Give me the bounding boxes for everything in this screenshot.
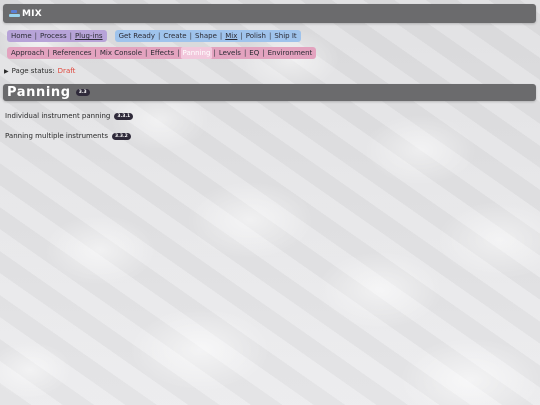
nav-shape[interactable]: Shape xyxy=(193,30,219,42)
section-number-badge: 3.3 xyxy=(75,89,90,96)
nav-row-mix: Approach | References | Mix Console | Ef… xyxy=(7,47,317,59)
page-status[interactable]: ▶ Page status: Draft xyxy=(4,67,75,75)
nav-process[interactable]: Process xyxy=(38,30,69,42)
nav-ship-it[interactable]: Ship It xyxy=(272,30,298,42)
nav-get-ready[interactable]: Get Ready xyxy=(117,30,157,42)
section-title: Panning xyxy=(7,85,71,100)
nav-polish[interactable]: Polish xyxy=(244,30,268,42)
nav-environment[interactable]: Environment xyxy=(266,47,315,59)
topic-link-multiple-panning[interactable]: Panning multiple instruments 3.3.2 xyxy=(5,132,131,140)
status-value: Draft xyxy=(57,67,76,75)
nav-group-stages: Get Ready | Create | Shape | Mix | Polis… xyxy=(114,30,301,42)
nav-row-main: Home | Process | Plug-ins Get Ready | Cr… xyxy=(7,30,301,42)
topic-number-badge: 3.3.2 xyxy=(111,132,131,140)
nav-eq[interactable]: EQ xyxy=(247,47,261,59)
nav-mix-console[interactable]: Mix Console xyxy=(98,47,144,59)
site-title[interactable]: MIX xyxy=(22,9,42,19)
status-label: Page status: xyxy=(11,67,55,75)
nav-effects[interactable]: Effects xyxy=(148,47,176,59)
topic-link-individual-panning[interactable]: Individual instrument panning 3.3.1 xyxy=(5,112,134,120)
nav-approach[interactable]: Approach xyxy=(9,47,46,59)
nav-group-site: Home | Process | Plug-ins xyxy=(7,30,107,42)
topic-label[interactable]: Individual instrument panning xyxy=(5,112,110,120)
mix-logo-icon[interactable] xyxy=(9,10,20,17)
section-header: Panning 3.3 xyxy=(3,84,536,101)
site-header: MIX xyxy=(3,4,536,23)
nav-mix[interactable]: Mix xyxy=(223,30,239,42)
nav-plugins[interactable]: Plug-ins xyxy=(73,30,105,42)
nav-create[interactable]: Create xyxy=(161,30,188,42)
topic-number-badge: 3.3.1 xyxy=(114,112,134,120)
nav-group-mix-topics: Approach | References | Mix Console | Ef… xyxy=(7,47,317,59)
topic-label[interactable]: Panning multiple instruments xyxy=(5,132,108,140)
nav-references[interactable]: References xyxy=(51,47,94,59)
disclosure-triangle-icon[interactable]: ▶ xyxy=(4,68,9,75)
nav-levels[interactable]: Levels xyxy=(217,47,243,59)
nav-home[interactable]: Home xyxy=(9,30,34,42)
nav-panning[interactable]: Panning xyxy=(180,47,213,59)
page: MIX Home | Process | Plug-ins Get Ready … xyxy=(0,0,540,405)
